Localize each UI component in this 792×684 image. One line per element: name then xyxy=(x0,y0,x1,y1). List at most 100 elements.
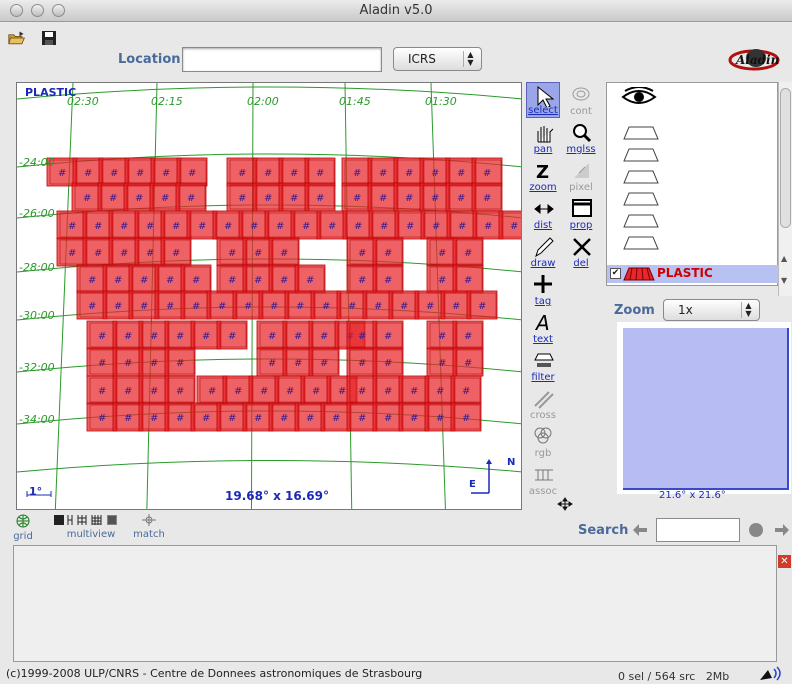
source-marker[interactable]: # xyxy=(353,193,361,204)
zoom-window-button[interactable] xyxy=(52,4,65,17)
source-marker[interactable]: # xyxy=(172,248,180,259)
source-marker[interactable]: # xyxy=(192,301,200,312)
minimize-window-button[interactable] xyxy=(31,4,44,17)
source-marker[interactable]: # xyxy=(379,193,387,204)
source-marker[interactable]: # xyxy=(202,413,210,424)
source-marker[interactable]: # xyxy=(224,221,232,232)
source-marker[interactable]: # xyxy=(114,275,122,286)
source-marker[interactable]: # xyxy=(176,331,184,342)
source-marker[interactable]: # xyxy=(88,275,96,286)
source-marker[interactable]: # xyxy=(280,248,288,259)
source-marker[interactable]: # xyxy=(228,248,236,259)
location-input[interactable] xyxy=(182,47,382,72)
source-marker[interactable]: # xyxy=(322,301,330,312)
source-marker[interactable]: # xyxy=(198,221,206,232)
source-marker[interactable]: # xyxy=(384,275,392,286)
source-marker[interactable]: # xyxy=(302,221,310,232)
multiview-button[interactable]: multiview xyxy=(52,514,130,540)
tool-text[interactable]: Atext xyxy=(526,310,560,346)
source-marker[interactable]: # xyxy=(202,331,210,342)
source-marker[interactable]: # xyxy=(320,358,328,369)
close-window-button[interactable] xyxy=(10,4,23,17)
source-marker[interactable]: # xyxy=(150,386,158,397)
tool-pixel[interactable]: pixel xyxy=(564,158,598,194)
tool-assoc[interactable]: assoc xyxy=(526,462,560,498)
source-marker[interactable]: # xyxy=(150,331,158,342)
source-marker[interactable]: # xyxy=(462,413,470,424)
source-marker[interactable]: # xyxy=(192,275,200,286)
plane-row-plastic[interactable]: ✔ PLASTIC xyxy=(607,265,779,283)
source-marker[interactable]: # xyxy=(124,386,132,397)
source-marker[interactable]: # xyxy=(162,168,170,179)
source-marker[interactable]: # xyxy=(436,386,444,397)
source-marker[interactable]: # xyxy=(438,275,446,286)
source-marker[interactable]: # xyxy=(124,358,132,369)
source-marker[interactable]: # xyxy=(260,386,268,397)
source-marker[interactable]: # xyxy=(114,301,122,312)
source-marker[interactable]: # xyxy=(306,275,314,286)
tool-del[interactable]: del xyxy=(564,234,598,270)
source-marker[interactable]: # xyxy=(358,331,366,342)
source-marker[interactable]: # xyxy=(458,221,466,232)
source-marker[interactable]: # xyxy=(264,168,272,179)
source-marker[interactable]: # xyxy=(58,168,66,179)
source-marker[interactable]: # xyxy=(187,193,195,204)
source-marker[interactable]: # xyxy=(228,413,236,424)
match-button[interactable]: match xyxy=(132,514,166,540)
source-marker[interactable]: # xyxy=(140,301,148,312)
tool-rgb[interactable]: rgb xyxy=(526,424,560,460)
plane-checkbox[interactable]: ✔ xyxy=(610,268,621,279)
source-marker[interactable]: # xyxy=(380,221,388,232)
source-marker[interactable]: # xyxy=(124,331,132,342)
source-marker[interactable]: # xyxy=(358,386,366,397)
source-marker[interactable]: # xyxy=(176,413,184,424)
move-icon[interactable] xyxy=(556,497,574,511)
source-marker[interactable]: # xyxy=(254,248,262,259)
source-marker[interactable]: # xyxy=(146,248,154,259)
source-marker[interactable]: # xyxy=(228,331,236,342)
source-marker[interactable]: # xyxy=(306,413,314,424)
source-marker[interactable]: # xyxy=(320,331,328,342)
source-marker[interactable]: # xyxy=(358,413,366,424)
source-marker[interactable]: # xyxy=(238,168,246,179)
tool-draw[interactable]: draw xyxy=(526,234,560,270)
tool-zoom[interactable]: Zzoom xyxy=(526,158,560,194)
source-marker[interactable]: # xyxy=(406,221,414,232)
source-marker[interactable]: # xyxy=(384,413,392,424)
source-marker[interactable]: # xyxy=(464,358,472,369)
source-marker[interactable]: # xyxy=(120,248,128,259)
grid-button[interactable]: grid xyxy=(8,514,38,542)
source-marker[interactable]: # xyxy=(234,386,242,397)
source-marker[interactable]: # xyxy=(358,248,366,259)
source-marker[interactable]: # xyxy=(432,221,440,232)
tool-pan[interactable]: pan xyxy=(526,120,560,156)
source-marker[interactable]: # xyxy=(88,301,96,312)
source-marker[interactable]: # xyxy=(405,168,413,179)
source-marker[interactable]: # xyxy=(431,193,439,204)
empty-plane-slot[interactable] xyxy=(623,170,659,184)
source-marker[interactable]: # xyxy=(438,248,446,259)
empty-plane-slot[interactable] xyxy=(623,148,659,162)
empty-plane-slot[interactable] xyxy=(623,236,659,250)
source-marker[interactable]: # xyxy=(410,413,418,424)
source-marker[interactable]: # xyxy=(68,221,76,232)
tool-cross[interactable]: cross xyxy=(526,386,560,422)
source-marker[interactable]: # xyxy=(136,168,144,179)
empty-plane-slot[interactable] xyxy=(623,126,659,140)
source-marker[interactable]: # xyxy=(166,301,174,312)
source-marker[interactable]: # xyxy=(400,301,408,312)
source-marker[interactable]: # xyxy=(312,386,320,397)
source-marker[interactable]: # xyxy=(94,248,102,259)
tool-dist[interactable]: dist xyxy=(526,196,560,232)
source-marker[interactable]: # xyxy=(161,193,169,204)
source-marker[interactable]: # xyxy=(140,275,148,286)
source-marker[interactable]: # xyxy=(484,221,492,232)
source-marker[interactable]: # xyxy=(150,358,158,369)
source-marker[interactable]: # xyxy=(276,221,284,232)
source-marker[interactable]: # xyxy=(296,301,304,312)
source-marker[interactable]: # xyxy=(384,331,392,342)
source-marker[interactable]: # xyxy=(268,358,276,369)
source-marker[interactable]: # xyxy=(268,331,276,342)
source-marker[interactable]: # xyxy=(290,193,298,204)
save-icon[interactable] xyxy=(40,30,58,46)
